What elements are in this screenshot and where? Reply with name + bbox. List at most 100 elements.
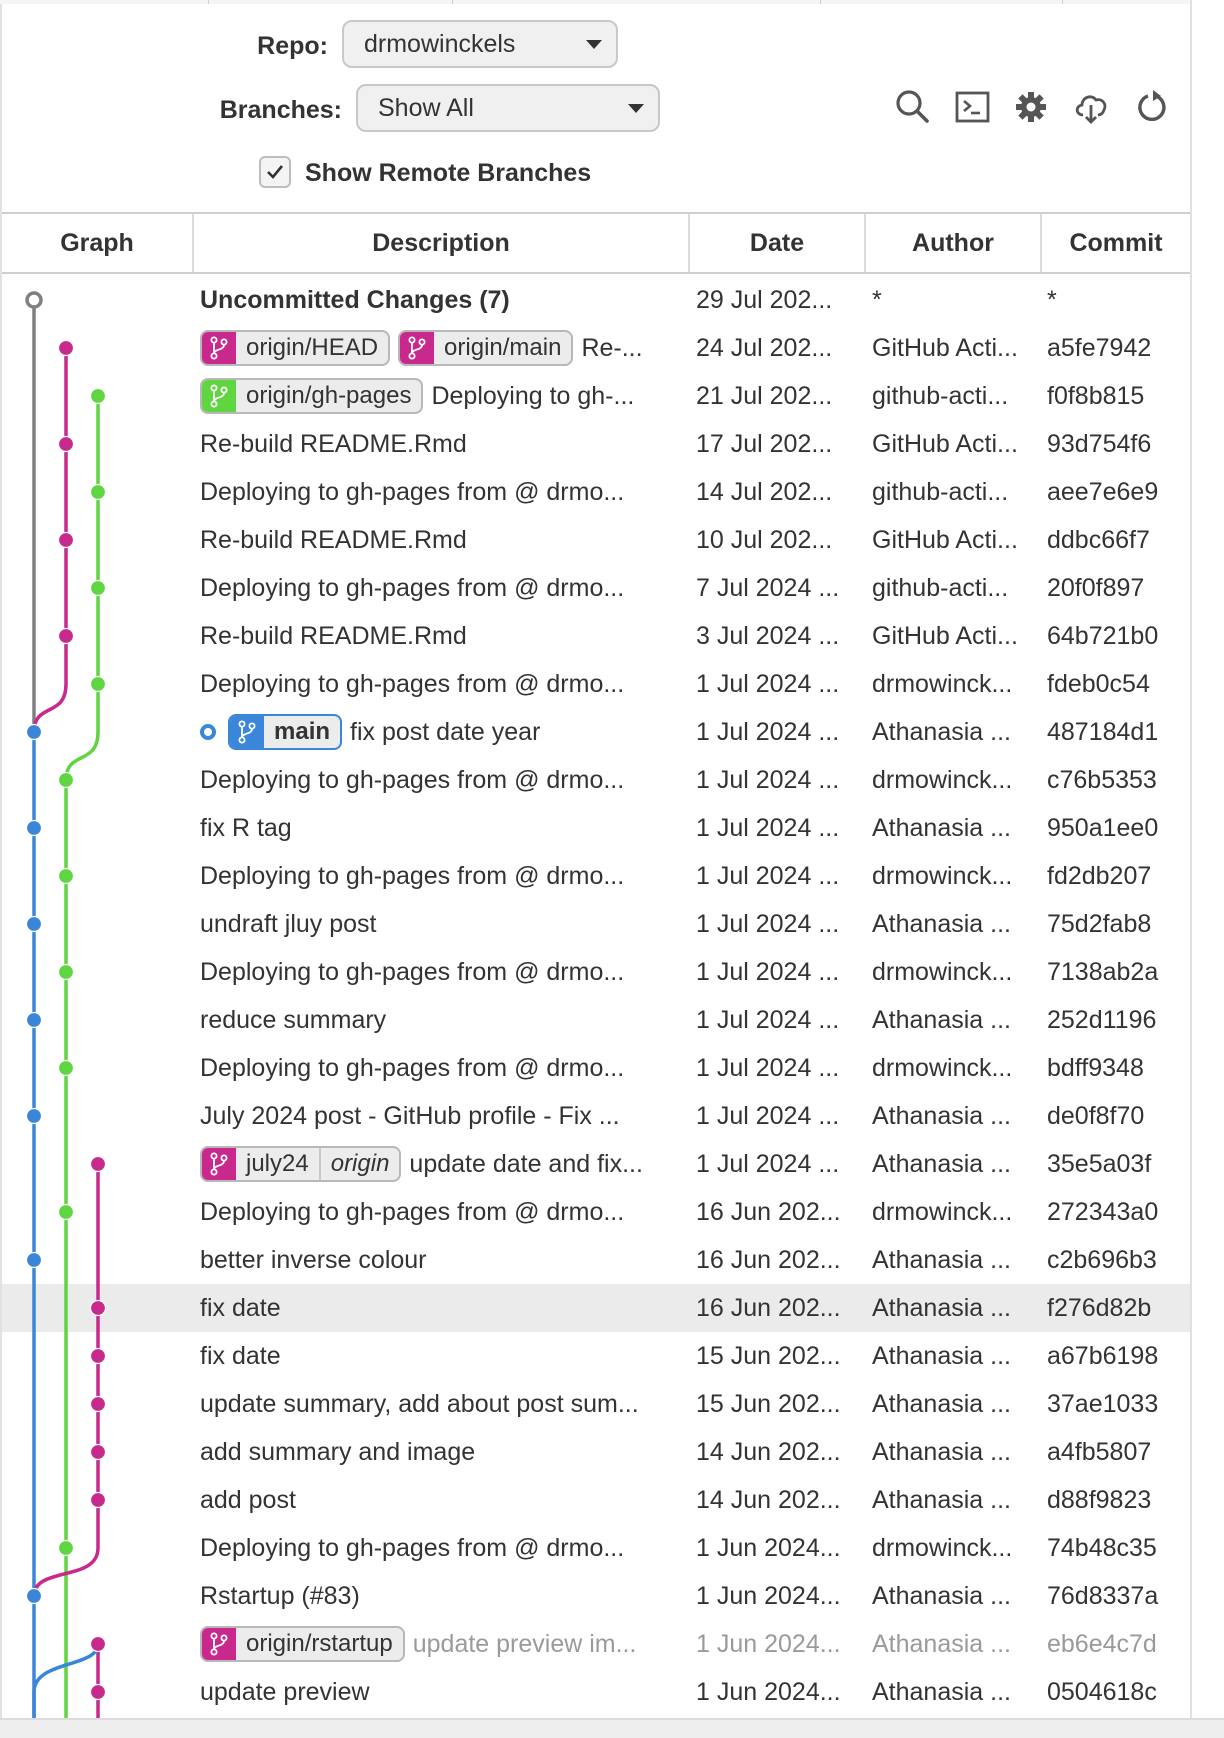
commit-node[interactable] xyxy=(89,483,107,501)
commit-hash: 20f0f897 xyxy=(1047,574,1145,602)
column-header-author[interactable]: Author xyxy=(866,214,1042,272)
commit-node[interactable] xyxy=(89,1443,107,1461)
commit-node[interactable] xyxy=(57,1203,75,1221)
head-indicator-icon xyxy=(200,724,216,740)
commit-message: Deploying to gh-pages from @ drmo... xyxy=(200,1198,625,1226)
commit-node[interactable] xyxy=(89,1299,107,1317)
commit-hash: ddbc66f7 xyxy=(1047,526,1150,554)
branch-badge[interactable]: origin/main xyxy=(398,330,574,366)
search-icon[interactable] xyxy=(894,88,932,126)
commit-author: drmowinck... xyxy=(872,862,1013,890)
commit-date: 1 Jul 2024 ... xyxy=(696,1006,840,1034)
commit-message: Deploying to gh-pages from @ drmo... xyxy=(200,478,625,506)
commit-node[interactable] xyxy=(89,1683,107,1701)
commit-node[interactable] xyxy=(57,867,75,885)
status-bar xyxy=(0,1718,1224,1738)
commit-node[interactable] xyxy=(89,387,107,405)
commit-node[interactable] xyxy=(89,675,107,693)
commit-message: Re-... xyxy=(581,334,643,362)
table-header: Graph Description Date Author Commit xyxy=(2,212,1190,274)
checkmark-icon xyxy=(267,165,284,179)
git-branch-icon xyxy=(202,1628,236,1660)
branch-badge[interactable]: july24 origin xyxy=(200,1146,402,1182)
show-remote-branches-label[interactable]: Show Remote Branches xyxy=(305,156,591,190)
commit-date: 16 Jun 202... xyxy=(696,1198,841,1226)
commit-message: add summary and image xyxy=(200,1438,476,1466)
cloud-download-icon[interactable] xyxy=(1072,88,1110,126)
commit-description-cell: Deploying to gh-pages from @ drmo... xyxy=(200,564,680,612)
commit-description-cell: fix R tag xyxy=(200,804,680,852)
commit-node[interactable] xyxy=(25,1587,43,1605)
column-header-commit[interactable]: Commit xyxy=(1042,214,1190,272)
commit-description-cell: july24 origin update date and fix... xyxy=(200,1140,680,1188)
gear-icon[interactable] xyxy=(1012,88,1050,126)
branch-badge[interactable]: origin/rstartup xyxy=(200,1626,405,1662)
commit-hash: aee7e6e9 xyxy=(1047,478,1159,506)
commit-node[interactable] xyxy=(57,627,75,645)
commit-node[interactable] xyxy=(89,1635,107,1653)
commit-node[interactable] xyxy=(25,1107,43,1125)
branch-badge[interactable]: origin/gh-pages xyxy=(200,378,424,414)
commit-message: better inverse colour xyxy=(200,1246,427,1274)
commit-date: 1 Jul 2024 ... xyxy=(696,862,840,890)
commit-node[interactable] xyxy=(57,435,75,453)
repo-label: Repo: xyxy=(257,32,328,60)
commit-node[interactable] xyxy=(89,1347,107,1365)
commit-node[interactable] xyxy=(57,963,75,981)
commit-node[interactable] xyxy=(57,1539,75,1557)
commit-node[interactable] xyxy=(57,339,75,357)
commit-node[interactable] xyxy=(25,1251,43,1269)
commit-hash: a5fe7942 xyxy=(1047,334,1152,362)
commit-description-cell: origin/rstartup update preview im... xyxy=(200,1620,680,1668)
commit-hash: 37ae1033 xyxy=(1047,1390,1159,1418)
commit-message: fix date xyxy=(200,1342,281,1370)
show-remote-branches-checkbox[interactable] xyxy=(259,156,291,188)
commit-node[interactable] xyxy=(57,531,75,549)
commit-date: 29 Jul 202... xyxy=(696,286,833,314)
commit-message: Deploying to gh-pages from @ drmo... xyxy=(200,1534,625,1562)
commit-node[interactable] xyxy=(25,819,43,837)
refresh-icon[interactable] xyxy=(1134,88,1172,126)
commit-node[interactable] xyxy=(89,1155,107,1173)
column-header-date[interactable]: Date xyxy=(690,214,866,272)
commit-hash: a67b6198 xyxy=(1047,1342,1159,1370)
commit-message: fix R tag xyxy=(200,814,292,842)
branch-badge[interactable]: origin/HEAD xyxy=(200,330,391,366)
commit-message: fix date xyxy=(200,1294,281,1322)
commit-node[interactable] xyxy=(89,1395,107,1413)
commit-node[interactable] xyxy=(25,915,43,933)
commit-node[interactable] xyxy=(57,771,75,789)
commit-description-cell: update summary, add about post sum... xyxy=(200,1380,680,1428)
commit-message: add post xyxy=(200,1486,296,1514)
commit-node[interactable] xyxy=(89,579,107,597)
commit-hash: 35e5a03f xyxy=(1047,1150,1152,1178)
commit-node[interactable] xyxy=(25,723,43,741)
commit-author: Athanasia ... xyxy=(872,1582,1011,1610)
commit-message: Rstartup (#83) xyxy=(200,1582,360,1610)
commit-node[interactable] xyxy=(57,1059,75,1077)
commit-node[interactable] xyxy=(25,291,43,309)
repo-select[interactable]: drmowinckels xyxy=(342,20,618,68)
commit-description-cell: Deploying to gh-pages from @ drmo... xyxy=(200,468,680,516)
commit-author: Athanasia ... xyxy=(872,1150,1011,1178)
commit-author: drmowinck... xyxy=(872,1198,1013,1226)
commit-author: github-acti... xyxy=(872,382,1009,410)
side-panel-edge xyxy=(1190,0,1224,1736)
commit-author: drmowinck... xyxy=(872,766,1013,794)
commit-node[interactable] xyxy=(89,1491,107,1509)
commit-author: Athanasia ... xyxy=(872,1486,1011,1514)
commit-author: Athanasia ... xyxy=(872,1294,1011,1322)
column-header-graph[interactable]: Graph xyxy=(2,214,194,272)
branches-select[interactable]: Show All xyxy=(356,84,660,132)
branch-badge[interactable]: main xyxy=(228,714,343,750)
commit-hash: c76b5353 xyxy=(1047,766,1157,794)
commit-description-cell: main fix post date year xyxy=(200,708,680,756)
commit-hash: bdff9348 xyxy=(1047,1054,1144,1082)
commit-date: 1 Jun 2024... xyxy=(696,1630,841,1658)
column-header-description[interactable]: Description xyxy=(194,214,690,272)
commit-author: Athanasia ... xyxy=(872,910,1011,938)
commit-message: Re-build README.Rmd xyxy=(200,622,467,650)
terminal-icon[interactable] xyxy=(954,88,992,126)
commit-node[interactable] xyxy=(25,1011,43,1029)
commit-date: 24 Jul 202... xyxy=(696,334,833,362)
